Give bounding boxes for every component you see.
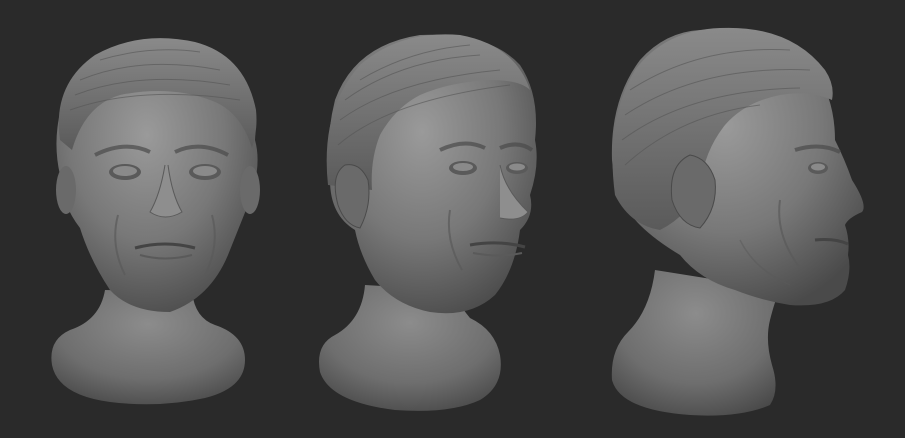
sculpt-render-canvas	[0, 0, 905, 438]
bust-profile-view	[611, 27, 864, 416]
bust-three-quarter-view	[319, 34, 537, 411]
sculpt-render-svg	[51, 27, 864, 416]
bust-front-view	[51, 38, 260, 405]
